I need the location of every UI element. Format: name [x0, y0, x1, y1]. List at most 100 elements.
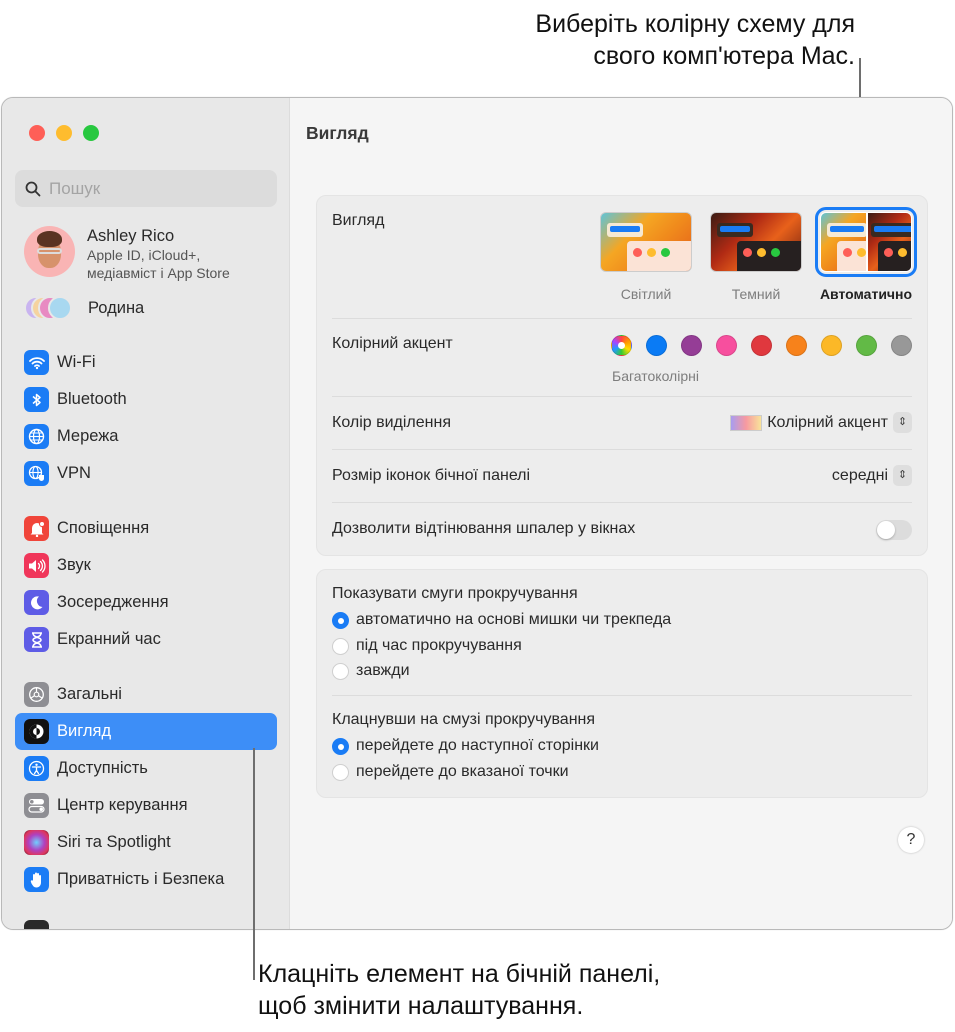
speaker-icon [24, 553, 49, 578]
scrollbars-option-scrolling[interactable]: під час прокручування [332, 637, 522, 655]
moon-icon [24, 590, 49, 615]
dark-preview [710, 212, 802, 272]
search-input[interactable] [49, 178, 249, 199]
accent-graphite[interactable] [891, 335, 912, 356]
sidebar-item-notifications[interactable]: Сповіщення [15, 510, 277, 547]
sidebar-item-wifi[interactable]: Wi-Fi [15, 344, 277, 381]
sidebar-item-bluetooth[interactable]: Bluetooth [15, 381, 277, 418]
radio-button [332, 737, 349, 755]
sidebar-label: Доступність [57, 759, 148, 777]
radio-button [332, 611, 349, 629]
sidebar-item-sound[interactable]: Звук [15, 547, 277, 584]
minimize-button[interactable] [56, 125, 72, 141]
sidebar-label: VPN [57, 464, 91, 482]
callout-sidebar: Клацніть елемент на бічній панелі, щоб з… [258, 958, 660, 1022]
scrollbars-option-always[interactable]: завжди [332, 662, 410, 680]
accent-orange[interactable] [786, 335, 807, 356]
appearance-option-light[interactable]: Світлий [600, 212, 692, 302]
avatar [24, 226, 75, 277]
sidebar-label: Bluetooth [57, 390, 127, 408]
next-item-partial-icon [24, 920, 49, 929]
click-option-spot[interactable]: перейдете до вказаної точки [332, 763, 569, 781]
icon-size-row: Розмір іконок бічної панелі середні ⇕ [332, 450, 912, 503]
sidebar-label: Сповіщення [57, 519, 150, 537]
control-center-icon [24, 793, 49, 818]
sidebar-item-privacy-security[interactable]: Приватність і Безпека [15, 861, 277, 898]
click-scrollbar-title: Клацнувши на смузі прокручування [332, 711, 596, 728]
appearance-label: Вигляд [332, 212, 385, 229]
highlight-value: Колірний акцент [767, 413, 888, 431]
sidebar-item-general[interactable]: Загальні [15, 676, 277, 713]
radio-label: під час прокручування [356, 637, 522, 654]
callout-bottom-leader [253, 748, 255, 980]
search-icon [25, 181, 41, 196]
close-button[interactable] [29, 125, 45, 141]
apple-id-profile[interactable]: Ashley Rico Apple ID, iCloud+, медіавміс… [24, 226, 230, 282]
accent-row: Колірний акцент Багатоколірні [332, 319, 912, 397]
accent-red[interactable] [751, 335, 772, 356]
accent-yellow[interactable] [821, 335, 842, 356]
hand-icon [24, 867, 49, 892]
radio-label: перейдете до вказаної точки [356, 763, 569, 780]
sidebar-item-screen-time[interactable]: Екранний час [15, 621, 277, 658]
sidebar-item-family[interactable]: Родина [24, 296, 144, 320]
accent-multicolor[interactable] [611, 335, 632, 356]
sidebar-item-siri-spotlight[interactable]: Siri та Spotlight [15, 824, 277, 861]
accent-blue[interactable] [646, 335, 667, 356]
hourglass-icon [24, 627, 49, 652]
appearance-card: Вигляд Світлий Темний Автоматично Колірн… [316, 195, 928, 556]
icon-size-value: середні [831, 466, 888, 484]
highlight-row: Колір виділення Колірний акцент ⇕ [332, 397, 912, 450]
appearance-option-auto[interactable]: Автоматично [815, 207, 917, 302]
sidebar-group-network: Wi-Fi Bluetooth Мережа VPN [15, 344, 277, 492]
help-button[interactable]: ? [898, 827, 924, 853]
icon-size-label: Розмір іконок бічної панелі [332, 467, 531, 484]
wallpaper-tinting-label: Дозволити відтінювання шпалер у вікнах [332, 520, 636, 537]
radio-label: перейдете до наступної сторінки [356, 737, 599, 754]
radio-label: завжди [356, 662, 410, 679]
sidebar-item-appearance[interactable]: Вигляд [15, 713, 277, 750]
sidebar-label: Мережа [57, 427, 119, 445]
callout-bottom-line1: Клацніть елемент на бічній панелі, [258, 960, 661, 988]
bluetooth-icon [24, 387, 49, 412]
vpn-globe-icon [24, 461, 49, 486]
gear-icon [24, 682, 49, 707]
sidebar-label: Wi-Fi [57, 353, 96, 371]
appearance-option-dark[interactable]: Темний [710, 212, 802, 302]
sidebar-label: Центр керування [57, 796, 188, 814]
sidebar-label: Siri та Spotlight [57, 833, 171, 851]
sidebar: Ashley Rico Apple ID, iCloud+, медіавміс… [2, 98, 290, 929]
radio-label: автоматично на основі мишки чи трекпеда [356, 611, 672, 628]
sidebar-item-accessibility[interactable]: Доступність [15, 750, 277, 787]
highlight-color-select[interactable]: Колірний акцент ⇕ [730, 412, 912, 433]
accent-pink[interactable] [716, 335, 737, 356]
accent-purple[interactable] [681, 335, 702, 356]
sidebar-label: Загальні [57, 685, 122, 703]
search-field[interactable] [15, 170, 277, 207]
light-preview [600, 212, 692, 272]
accent-label: Колірний акцент [332, 335, 453, 352]
appearance-options: Світлий Темний Автоматично [600, 207, 917, 302]
wallpaper-tinting-row: Дозволити відтінювання шпалер у вікнах [332, 503, 912, 556]
sidebar-group-general: Загальні Вигляд Доступність Центр керува… [15, 676, 277, 898]
sidebar-label: Зосередження [57, 593, 169, 611]
callout-top-line2: свого комп'ютера Mac. [593, 42, 855, 70]
auto-preview [815, 207, 917, 277]
highlight-label: Колір виділення [332, 414, 451, 431]
accent-green[interactable] [856, 335, 877, 356]
callout-color-scheme: Виберіть колірну схему для свого комп'ют… [535, 8, 855, 72]
sidebar-item-network[interactable]: Мережа [15, 418, 277, 455]
profile-sub1: Apple ID, iCloud+, [87, 247, 201, 263]
click-option-next-page[interactable]: перейдете до наступної сторінки [332, 737, 599, 755]
sidebar-label: Вигляд [57, 722, 112, 740]
wallpaper-tinting-toggle[interactable] [876, 520, 912, 540]
scrollbars-option-auto[interactable]: автоматично на основі мишки чи трекпеда [332, 611, 671, 629]
accent-swatches [611, 335, 912, 356]
zoom-button[interactable] [83, 125, 99, 141]
icon-size-select[interactable]: середні ⇕ [832, 465, 912, 486]
sidebar-item-focus[interactable]: Зосередження [15, 584, 277, 621]
appearance-option-label: Світлий [620, 286, 672, 302]
sidebar-item-vpn[interactable]: VPN [15, 455, 277, 492]
profile-name: Ashley Rico [87, 227, 175, 245]
sidebar-item-control-center[interactable]: Центр керування [15, 787, 277, 824]
